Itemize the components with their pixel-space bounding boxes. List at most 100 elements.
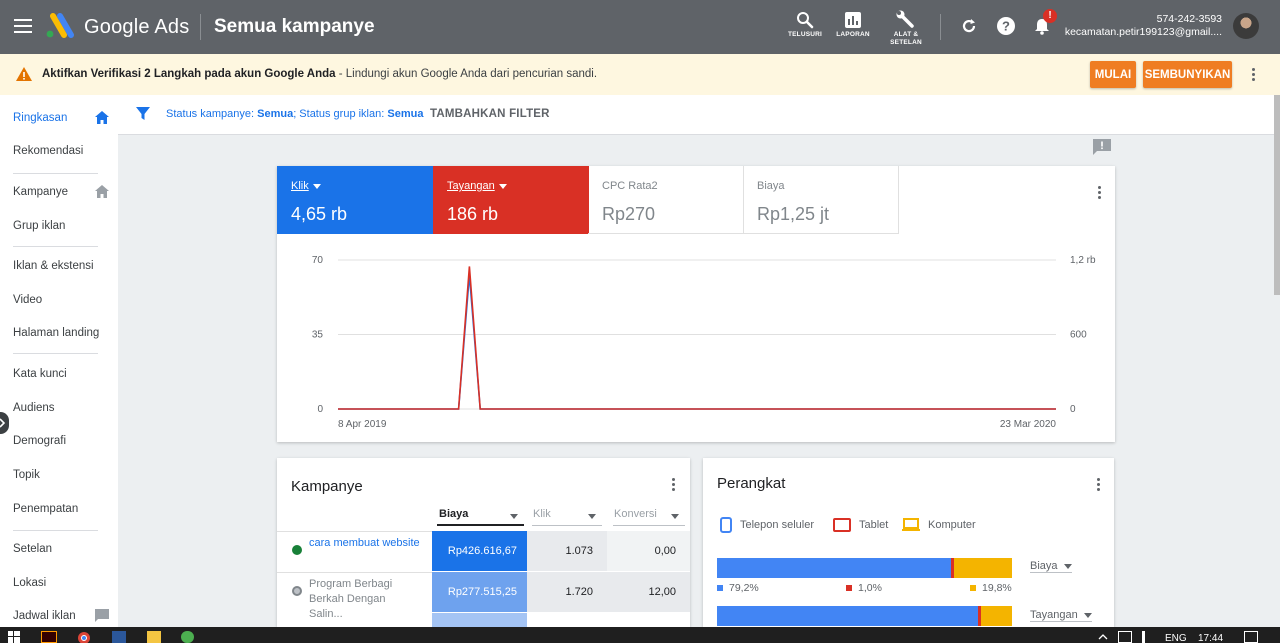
sidebar-item-audiences[interactable]: Audiens bbox=[0, 393, 118, 423]
legend-computer[interactable]: Komputer bbox=[902, 518, 976, 532]
search-tool-button[interactable]: TELUSURI bbox=[780, 9, 830, 39]
card-more-icon[interactable] bbox=[663, 474, 683, 494]
swatch bbox=[970, 585, 976, 591]
bar-segment-computer bbox=[953, 558, 1012, 578]
sidebar-item-video[interactable]: Video bbox=[0, 285, 118, 315]
folder-icon[interactable] bbox=[147, 631, 161, 643]
windows-start-icon[interactable] bbox=[8, 631, 20, 643]
pct-label-tablet: 1,0% bbox=[846, 582, 882, 594]
network-icon[interactable] bbox=[1118, 631, 1132, 643]
y-tick-label-right: 1,2 rb bbox=[1070, 255, 1096, 266]
card-more-icon[interactable] bbox=[1088, 474, 1108, 494]
bar-segment-mobile bbox=[717, 558, 951, 578]
status-dot bbox=[292, 545, 302, 555]
chevron-down-icon bbox=[1083, 613, 1092, 618]
chevron-up-icon[interactable] bbox=[1098, 631, 1108, 643]
sidebar-item-ad-groups[interactable]: Grup iklan bbox=[0, 211, 118, 241]
series-line-klik bbox=[338, 274, 1056, 410]
add-filter-button[interactable]: TAMBAHKAN FILTER bbox=[430, 108, 550, 120]
notification-badge: ! bbox=[1043, 9, 1057, 23]
sidebar-item-campaigns[interactable]: Kampanye bbox=[0, 177, 118, 207]
help-button[interactable]: ? bbox=[995, 15, 1017, 37]
language-indicator[interactable]: ENG bbox=[1165, 633, 1187, 643]
filter-campaign-status-label: Status kampanye: bbox=[166, 108, 258, 120]
sidebar-item-label: Kata kunci bbox=[13, 368, 67, 380]
y-tick-label-right: 0 bbox=[1070, 404, 1076, 415]
clock[interactable]: 17:44 bbox=[1198, 633, 1223, 643]
menu-icon[interactable] bbox=[14, 19, 32, 33]
campaign-name-link[interactable]: Program Berbagi Berkah Dengan Salin... bbox=[309, 577, 421, 622]
hide-button[interactable]: SEMBUNYIKAN bbox=[1143, 61, 1232, 88]
chrome-icon[interactable] bbox=[77, 631, 91, 643]
metric-value: Rp1,25 jt bbox=[757, 204, 830, 224]
sidebar-item-label: Topik bbox=[13, 469, 40, 481]
svg-text:?: ? bbox=[1002, 19, 1010, 34]
account-email[interactable]: kecamatan.petir199123@gmail.... bbox=[1065, 26, 1222, 38]
word-icon[interactable] bbox=[112, 631, 126, 643]
search-tool-label: TELUSURI bbox=[787, 31, 823, 38]
divider bbox=[200, 14, 201, 40]
banner-more-icon[interactable] bbox=[1243, 64, 1263, 84]
sidebar-item-placements[interactable]: Penempatan bbox=[0, 494, 118, 524]
avatar[interactable] bbox=[1233, 13, 1259, 39]
cost-metric-select[interactable]: Biaya bbox=[1030, 560, 1072, 573]
start-button[interactable]: MULAI bbox=[1090, 61, 1136, 88]
select-value: Tayangan bbox=[1030, 609, 1078, 621]
devices-card: Perangkat Telepon seluler Tablet Kompute… bbox=[703, 458, 1114, 627]
illustrator-icon[interactable] bbox=[41, 631, 57, 643]
divider bbox=[13, 530, 98, 531]
divider bbox=[13, 246, 98, 247]
sidebar-item-keywords[interactable]: Kata kunci bbox=[0, 359, 118, 389]
cell-clicks: 1.073 bbox=[527, 531, 607, 571]
sidebar-item-label: Video bbox=[13, 294, 43, 306]
google-ads-logo[interactable] bbox=[44, 13, 74, 39]
column-header-clicks[interactable]: Klik bbox=[532, 508, 602, 526]
reports-tool-button[interactable]: LAPORAN bbox=[828, 9, 878, 39]
legend-mobile[interactable]: Telepon seluler bbox=[720, 517, 814, 533]
card-more-icon[interactable] bbox=[1089, 182, 1109, 202]
scrollbar[interactable] bbox=[1274, 95, 1280, 295]
filter-icon[interactable] bbox=[136, 107, 150, 121]
legend-label: Komputer bbox=[928, 519, 976, 531]
sidebar-item-overview[interactable]: Ringkasan bbox=[0, 103, 118, 133]
metric-avg-cpc[interactable]: CPC Rata2 Rp270 bbox=[588, 166, 744, 234]
notifications-button[interactable]: ! bbox=[1031, 9, 1057, 37]
sidebar-item-locations[interactable]: Lokasi bbox=[0, 568, 118, 598]
chevron-down-icon bbox=[312, 183, 321, 189]
banner-message-bold: Aktifkan Verifikasi 2 Langkah pada akun … bbox=[42, 68, 336, 80]
cell-conversions: 12,00 bbox=[607, 572, 690, 612]
impressions-metric-select[interactable]: Tayangan bbox=[1030, 609, 1092, 622]
sidebar-item-settings[interactable]: Setelan bbox=[0, 534, 118, 564]
volume-icon[interactable] bbox=[1142, 631, 1154, 643]
metric-cost[interactable]: Biaya Rp1,25 jt bbox=[743, 166, 899, 234]
campaign-name-link[interactable]: cara membuat website bbox=[309, 536, 429, 551]
column-header-label: Klik bbox=[533, 508, 551, 520]
chevron-down-icon bbox=[1063, 564, 1072, 569]
refresh-button[interactable] bbox=[958, 15, 980, 37]
legend-tablet[interactable]: Tablet bbox=[833, 518, 888, 532]
column-header-cost[interactable]: Biaya bbox=[437, 508, 524, 526]
column-header-label: Konversi bbox=[614, 508, 657, 520]
metric-label: CPC Rata2 bbox=[602, 180, 658, 192]
tools-settings-button[interactable]: ALAT & SETELAN bbox=[881, 9, 931, 47]
sidebar-item-recommendations[interactable]: Rekomendasi bbox=[0, 136, 118, 166]
chevron-down-icon bbox=[671, 514, 679, 519]
metric-value: Rp270 bbox=[602, 204, 656, 224]
sidebar-item-ads-extensions[interactable]: Iklan & ekstensi bbox=[0, 251, 118, 281]
column-header-conversions[interactable]: Konversi bbox=[613, 508, 685, 526]
metric-label: Biaya bbox=[757, 180, 785, 192]
metric-clicks[interactable]: Klik 4,65 rb bbox=[277, 166, 433, 234]
sidebar-item-topics[interactable]: Topik bbox=[0, 460, 118, 490]
divider bbox=[13, 353, 98, 354]
sidebar-item-label: Penempatan bbox=[13, 503, 79, 515]
app-icon[interactable] bbox=[181, 631, 194, 643]
sidebar-item-landing-pages[interactable]: Halaman landing bbox=[0, 318, 118, 348]
chevron-down-icon bbox=[498, 183, 507, 189]
sidebar-item-demographics[interactable]: Demografi bbox=[0, 426, 118, 456]
metric-impressions[interactable]: Tayangan 186 rb bbox=[433, 166, 589, 234]
active-filters[interactable]: Status kampanye: Semua; Status grup ikla… bbox=[166, 108, 423, 120]
divider bbox=[13, 173, 98, 174]
action-center-icon[interactable] bbox=[1244, 631, 1258, 643]
feedback-icon[interactable] bbox=[1093, 139, 1111, 155]
account-id[interactable]: 574-242-3593 bbox=[1157, 13, 1222, 25]
